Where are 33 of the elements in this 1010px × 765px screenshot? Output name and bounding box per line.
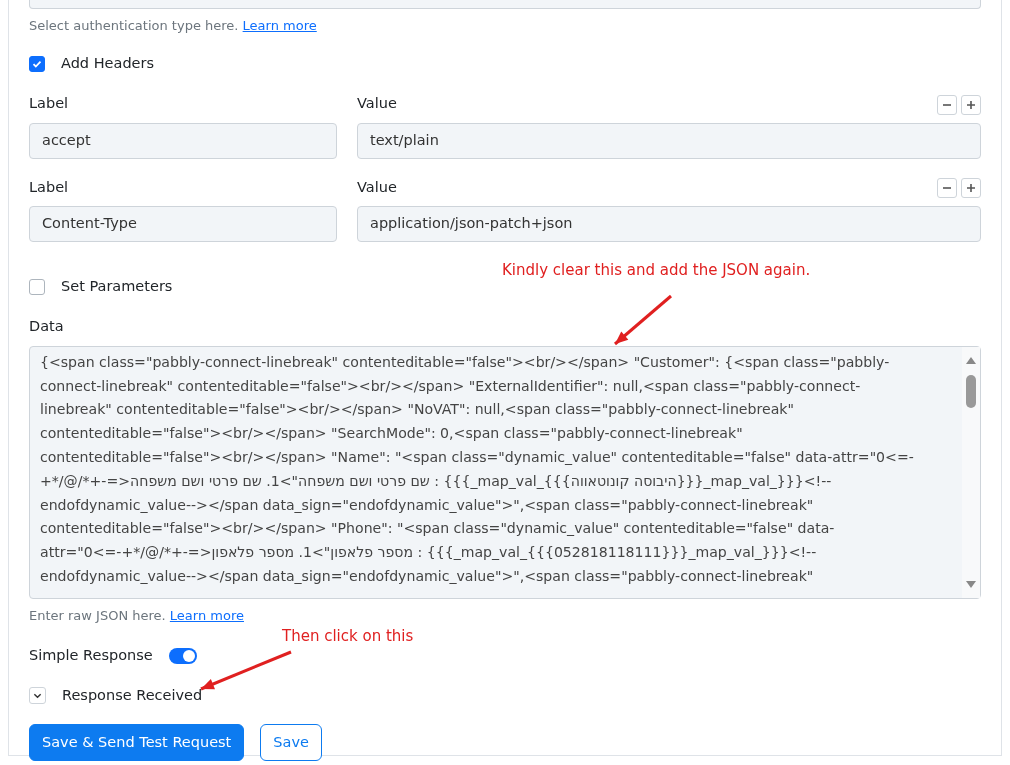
field-label: Label [29,177,70,197]
send-test-request-button[interactable]: Save & Send Test Request [29,724,245,762]
collapse-button[interactable] [29,686,46,704]
field-label: Label [29,93,70,113]
scrollbar-drawing[interactable] [962,346,980,598]
annotation-text: Kindly clear this and add the JSON again. [502,260,811,281]
add-button[interactable] [961,178,981,199]
learn-more-link[interactable]: Learn more [169,607,244,623]
value-field[interactable]: application/json-patch+json [357,206,981,243]
help-text: Select authentication type here. [29,18,240,33]
checkbox[interactable] [29,279,45,296]
remove-button[interactable] [937,94,957,115]
section-label: Response Received [62,685,203,705]
save-button[interactable]: Save [260,724,322,762]
toggle-label: Simple Response [29,645,153,665]
checkbox-label: Set Parameters [61,277,173,297]
toggle-switch[interactable] [168,647,197,664]
add-button[interactable] [961,94,981,115]
value-field[interactable]: text/plain [357,122,981,159]
field-label: Value [357,93,397,113]
plus-icon [966,99,976,110]
checkbox[interactable] [29,55,45,72]
field-label: Value [357,177,397,197]
checkbox-label: Add Headers [61,54,155,73]
learn-more-link[interactable]: Learn more [242,18,317,33]
help-text: Enter raw JSON here. [29,607,167,623]
plus-icon [966,183,976,194]
field-label: Data [29,317,65,336]
label-field[interactable]: accept [29,122,337,159]
annotation-text: Then click on this [282,626,414,647]
remove-button[interactable] [937,178,957,199]
label-field[interactable]: Content-Type [29,206,337,243]
check-icon [32,58,42,69]
